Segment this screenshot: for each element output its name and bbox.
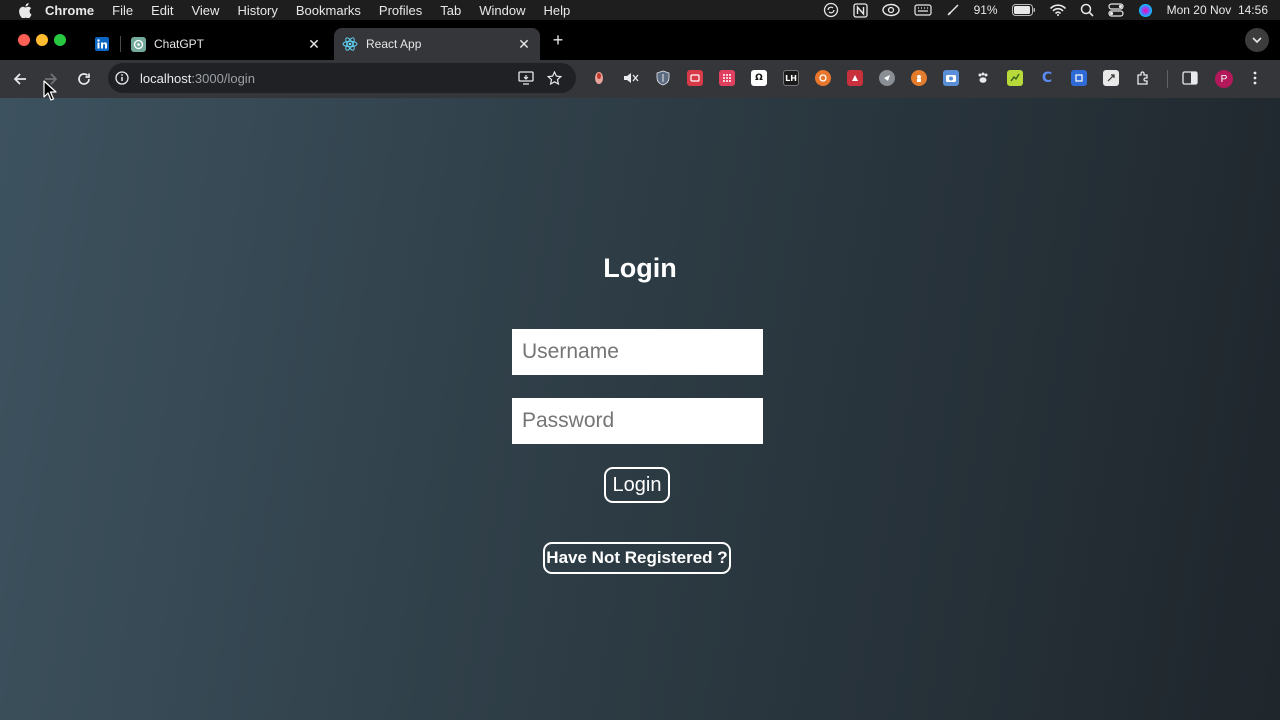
- menu-file[interactable]: File: [112, 3, 133, 18]
- mute-tab-icon[interactable]: [623, 70, 639, 86]
- chrome-menu-kebab-icon[interactable]: [1247, 70, 1263, 86]
- ext-omega-icon[interactable]: Ω: [751, 70, 767, 86]
- ext-red-box-icon[interactable]: [847, 70, 863, 86]
- extensions-puzzle-icon[interactable]: [1135, 70, 1151, 86]
- toolbar-separator: [1167, 70, 1168, 88]
- window-minimize-button[interactable]: [36, 34, 48, 46]
- site-info-icon[interactable]: [114, 70, 130, 86]
- control-center-icon[interactable]: [1107, 3, 1124, 17]
- bookmark-star-icon[interactable]: [546, 70, 562, 86]
- menu-view[interactable]: View: [191, 3, 219, 18]
- wifi-icon[interactable]: [1049, 4, 1066, 16]
- menu-profiles[interactable]: Profiles: [379, 3, 422, 18]
- tab-react-app-active[interactable]: React App ✕: [334, 28, 540, 60]
- tab-close-icon[interactable]: ✕: [516, 36, 532, 52]
- tab-separator: [120, 36, 121, 52]
- tab-linkedin[interactable]: [86, 28, 118, 60]
- login-button[interactable]: Login: [604, 467, 670, 503]
- notion-icon[interactable]: [852, 2, 868, 18]
- tab-search-chevron-icon[interactable]: [1245, 28, 1269, 52]
- ext-white-icon[interactable]: [1103, 70, 1119, 86]
- ext-lime-icon[interactable]: [1007, 70, 1023, 86]
- ext-camera-icon[interactable]: [943, 70, 959, 86]
- window-close-button[interactable]: [18, 34, 30, 46]
- menu-window[interactable]: Window: [479, 3, 525, 18]
- menu-history[interactable]: History: [237, 3, 277, 18]
- ext-1-icon[interactable]: [591, 70, 607, 86]
- install-app-icon[interactable]: [518, 70, 534, 86]
- side-panel-icon[interactable]: [1182, 70, 1198, 86]
- tab-close-icon[interactable]: ✕: [306, 36, 322, 52]
- username-input[interactable]: [512, 329, 763, 375]
- ext-gray-circle-icon[interactable]: [879, 70, 895, 86]
- menu-bar-datetime[interactable]: Mon 20 Nov 14:56: [1167, 3, 1268, 17]
- tab-title: React App: [366, 37, 422, 51]
- sync-icon[interactable]: [823, 2, 839, 18]
- menu-app-chrome[interactable]: Chrome: [45, 3, 94, 18]
- url-host: localhost: [140, 70, 192, 86]
- react-app-page: Login Login Have Not Registered ?: [0, 98, 1280, 720]
- apple-icon[interactable]: [17, 2, 33, 18]
- battery-percent: 91%: [973, 3, 998, 17]
- browser-tab-strip: ChatGPT ✕ React App ✕ +: [0, 20, 1280, 60]
- menu-tab[interactable]: Tab: [440, 3, 461, 18]
- react-icon: [342, 36, 358, 52]
- url-path: :3000/login: [191, 70, 255, 86]
- menu-help[interactable]: Help: [544, 3, 571, 18]
- window-zoom-button[interactable]: [54, 34, 66, 46]
- mouse-cursor-icon: [43, 80, 57, 101]
- creative-cloud-icon[interactable]: [881, 3, 900, 17]
- siri-icon[interactable]: [1138, 3, 1153, 18]
- reload-icon[interactable]: [73, 68, 95, 90]
- ext-grid-icon[interactable]: [719, 70, 735, 86]
- keyboard-icon[interactable]: [913, 4, 932, 16]
- address-bar[interactable]: localhost:3000/login: [108, 63, 576, 93]
- menu-edit[interactable]: Edit: [151, 3, 173, 18]
- ext-orange-2-icon[interactable]: [911, 70, 927, 86]
- ext-c-icon[interactable]: C: [1039, 70, 1055, 86]
- spotlight-search-icon[interactable]: [1080, 3, 1094, 17]
- register-button[interactable]: Have Not Registered ?: [543, 542, 731, 574]
- ext-orange-circle-icon[interactable]: [815, 70, 831, 86]
- linkedin-icon: [94, 36, 110, 52]
- url-text[interactable]: localhost:3000/login: [140, 71, 255, 86]
- ext-red-icon[interactable]: [687, 70, 703, 86]
- battery-icon[interactable]: [1011, 4, 1036, 16]
- pen-icon[interactable]: [946, 3, 960, 17]
- page-title: Login: [603, 253, 677, 283]
- brave-shield-icon[interactable]: [655, 70, 671, 86]
- password-input[interactable]: [512, 398, 763, 444]
- macos-menu-bar: Chrome File Edit View History Bookmarks …: [0, 0, 1280, 20]
- ext-blue-box-icon[interactable]: [1071, 70, 1087, 86]
- tab-chatgpt[interactable]: ChatGPT ✕: [122, 28, 330, 60]
- ext-lighthouse-icon[interactable]: LH: [783, 70, 799, 86]
- ext-paw-icon[interactable]: [975, 70, 991, 86]
- profile-avatar[interactable]: P: [1215, 70, 1233, 88]
- chatgpt-icon: [130, 36, 146, 52]
- back-arrow-icon[interactable]: [9, 68, 31, 90]
- menu-bookmarks[interactable]: Bookmarks: [296, 3, 361, 18]
- menu-bar-status-area: 91% Mon 20 Nov 14:56: [823, 0, 1268, 20]
- browser-toolbar: localhost:3000/login Ω LH C P: [0, 60, 1280, 98]
- new-tab-button[interactable]: +: [548, 30, 568, 50]
- tab-title: ChatGPT: [154, 37, 205, 51]
